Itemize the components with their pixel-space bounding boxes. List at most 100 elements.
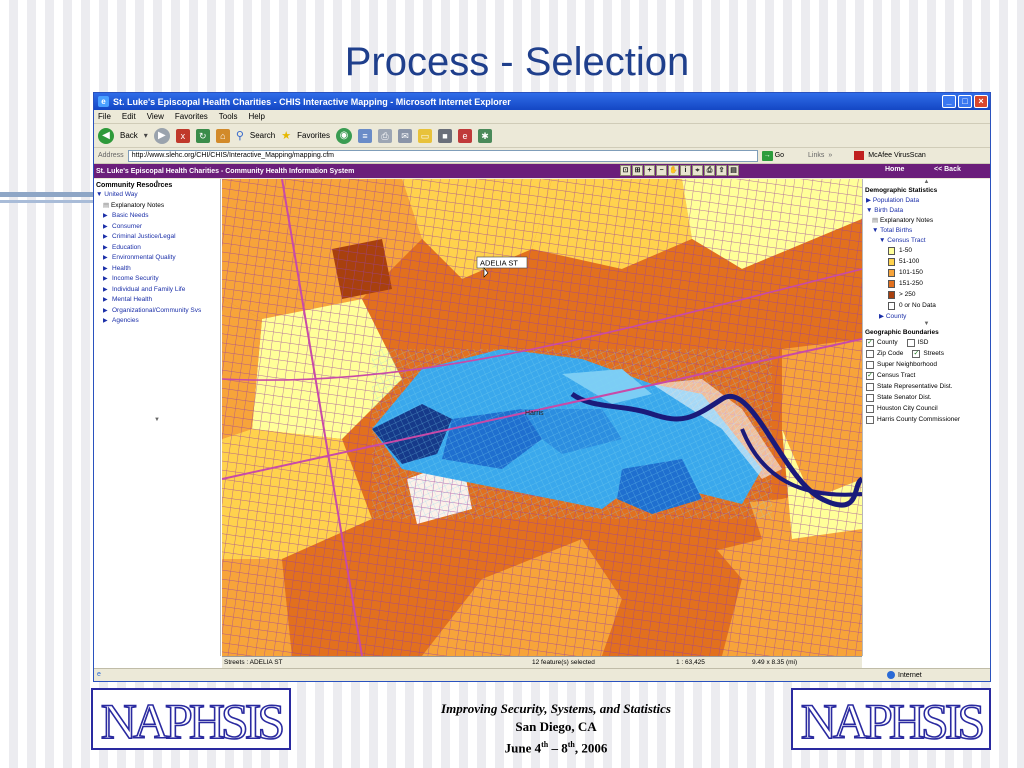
boundary-row: Super Neighborhood <box>863 359 990 370</box>
menu-favorites[interactable]: Favorites <box>175 112 208 121</box>
boundary-checkbox[interactable] <box>866 393 874 402</box>
population-data-link[interactable]: ▶ Population Data <box>863 195 990 205</box>
boundary-checkbox[interactable] <box>866 415 874 424</box>
explanatory-notes-link[interactable]: ▤ Explanatory Notes <box>94 201 220 212</box>
tree-item-united-way[interactable]: ▼ United Way <box>94 190 220 201</box>
full-extent-icon[interactable]: ⊡ <box>620 165 631 176</box>
resource-item[interactable]: ▶ Organizational/Community Svs <box>94 306 220 317</box>
forward-arrow-icon[interactable]: ▶ <box>153 127 170 144</box>
link-label: Explanatory Notes <box>879 216 934 224</box>
boundary-checkbox[interactable] <box>906 338 915 347</box>
identify-icon[interactable]: i <box>680 165 691 176</box>
boundary-checkbox[interactable]: ✓ <box>866 371 874 380</box>
link-label: Total Births <box>880 226 913 234</box>
birth-data-link[interactable]: ▼ Birth Data <box>863 205 990 215</box>
layers-icon[interactable]: ▤ <box>728 165 739 176</box>
boundary-checkbox[interactable]: ✓ <box>912 349 921 358</box>
boundary-checkbox[interactable] <box>866 360 874 369</box>
county-link[interactable]: ▶ County <box>863 311 990 321</box>
resource-item[interactable]: ▶ Mental Health <box>94 295 220 306</box>
zoom-in-icon[interactable]: + <box>644 165 655 176</box>
messenger-icon[interactable]: ■ <box>438 128 453 143</box>
address-input[interactable]: http://www.slehc.org/CHI/CHIS/Interactiv… <box>127 149 758 162</box>
resource-item[interactable]: ▶ Agencies <box>94 316 220 327</box>
stop-icon[interactable]: x <box>175 128 190 143</box>
naphsis-logo: NAPHSIS <box>91 688 291 750</box>
county-label: Harris <box>525 410 544 417</box>
history-icon[interactable]: ≡ <box>358 128 373 143</box>
resource-item[interactable]: ▶ Health <box>94 264 220 275</box>
boundary-checkbox[interactable] <box>866 349 874 358</box>
close-button[interactable]: × <box>974 95 988 108</box>
scroll-up-icon[interactable]: ▲ <box>154 179 160 185</box>
home-icon[interactable]: ⌂ <box>215 128 230 143</box>
menu-view[interactable]: View <box>147 112 164 121</box>
tools-icon[interactable]: ✱ <box>478 128 493 143</box>
maximize-button[interactable]: □ <box>958 95 972 108</box>
select-icon[interactable]: ⌖ <box>692 165 703 176</box>
ebay-icon[interactable]: e <box>458 128 473 143</box>
folder-icon[interactable]: ▭ <box>418 128 433 143</box>
menu-file[interactable]: File <box>98 112 111 121</box>
menu-edit[interactable]: Edit <box>122 112 136 121</box>
dropdown-icon[interactable]: ▾ <box>144 131 148 140</box>
resource-item[interactable]: ▶ Environmental Quality <box>94 253 220 264</box>
print-icon[interactable]: ⎙ <box>378 128 393 143</box>
collapsed-triangle-icon: ▶ <box>103 244 108 251</box>
legend-item: 151-250 <box>863 278 990 289</box>
home-link[interactable]: Home <box>885 166 904 173</box>
expanded-triangle-icon: ▼ <box>872 226 879 234</box>
mcafee-button[interactable]: McAfee VirusScan <box>868 152 925 159</box>
legend-item: 101-150 <box>863 267 990 278</box>
scroll-down-icon[interactable]: ▼ <box>154 417 160 423</box>
search-button[interactable]: Search <box>250 131 275 140</box>
resource-item[interactable]: ▶ Education <box>94 243 220 254</box>
resource-item[interactable]: ▶ Income Security <box>94 274 220 285</box>
resource-item[interactable]: ▶ Individual and Family Life <box>94 285 220 296</box>
favorites-button[interactable]: Favorites <box>297 131 330 140</box>
resource-item[interactable]: ▶ Consumer <box>94 222 220 233</box>
media-icon[interactable]: ◉ <box>336 127 353 144</box>
print-map-icon[interactable]: ⎙ <box>704 165 715 176</box>
back-arrow-icon[interactable]: ◀ <box>98 127 114 144</box>
go-arrow-icon: → <box>761 150 773 161</box>
boundary-row: ✓ Census Tract <box>863 370 990 381</box>
pan-icon[interactable]: ✋ <box>668 165 679 176</box>
boundary-checkbox[interactable]: ✓ <box>866 338 874 347</box>
map-view[interactable]: ADELIA ST Harris <box>222 179 862 656</box>
collapsed-triangle-icon: ▶ <box>103 213 108 219</box>
zoom-box-icon[interactable]: ⊞ <box>632 165 643 176</box>
address-bar: Address http://www.slehc.org/CHI/CHIS/In… <box>94 148 990 164</box>
explanatory-notes-link[interactable]: ▤ Explanatory Notes <box>863 215 990 225</box>
boundary-label: Harris County Commissioner <box>877 416 961 423</box>
resource-item[interactable]: ▶ Basic Needs <box>94 211 220 222</box>
refresh-icon[interactable]: ↻ <box>195 128 210 143</box>
search-icon[interactable]: ⚲ <box>236 129 244 142</box>
mail-icon[interactable]: ✉ <box>398 128 413 143</box>
minimize-button[interactable]: _ <box>942 95 956 108</box>
date-sep: – 8 <box>548 740 568 756</box>
boundary-checkbox[interactable] <box>866 404 874 413</box>
choropleth-map[interactable]: ADELIA ST Harris <box>222 179 862 656</box>
total-births-link[interactable]: ▼ Total Births <box>863 225 990 235</box>
census-tract-link[interactable]: ▼ Census Tract <box>863 235 990 245</box>
menu-help[interactable]: Help <box>248 112 264 121</box>
menu-tools[interactable]: Tools <box>219 112 238 121</box>
go-button[interactable]: → Go <box>761 150 785 161</box>
section-title: Geographic Boundaries <box>865 329 939 336</box>
slide-title: Process - Selection <box>344 40 690 84</box>
go-label: Go <box>774 152 785 159</box>
export-icon[interactable]: ⇪ <box>716 165 727 176</box>
boundary-checkbox[interactable] <box>866 382 874 391</box>
zoom-out-icon[interactable]: − <box>656 165 667 176</box>
chevron-icon[interactable]: » <box>828 152 832 159</box>
resource-item[interactable]: ▶ Criminal Justice/Legal <box>94 232 220 243</box>
legend-swatch <box>888 279 895 288</box>
back-link[interactable]: << Back <box>934 166 961 173</box>
back-button[interactable]: Back <box>120 131 138 140</box>
favorites-star-icon[interactable]: ★ <box>281 129 291 142</box>
logo-text: NAPHSIS <box>101 693 283 748</box>
status-selected: 12 feature(s) selected <box>532 659 595 666</box>
legend-label: 101-150 <box>899 269 923 276</box>
links-label[interactable]: Links <box>808 152 824 159</box>
